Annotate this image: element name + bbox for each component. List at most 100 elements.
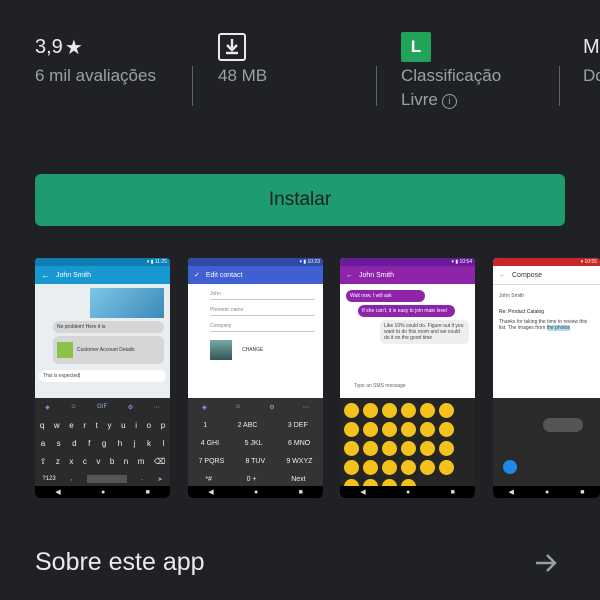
keyboard-row: q we r t yu i o p (35, 416, 170, 434)
email-body: Thanks for taking the time to review thi… (499, 319, 588, 331)
keypad-key[interactable]: *# (205, 476, 212, 483)
keypad-key[interactable]: 1 (203, 422, 207, 429)
shared-image (90, 288, 164, 318)
keypad-key[interactable]: 8 TUV (245, 458, 265, 465)
rating-stat[interactable]: 3,9 ★ 6 mil avaliações (35, 30, 156, 88)
emoji-key[interactable] (439, 441, 454, 456)
emoji-key[interactable] (382, 422, 397, 437)
change-photo-button[interactable]: CHANGE (242, 347, 263, 353)
subject-field[interactable]: Re: Product Catalog (499, 309, 594, 315)
emoji-key[interactable] (363, 403, 378, 418)
emoji-key[interactable] (401, 441, 416, 456)
more-stat: M Do (583, 30, 600, 88)
keyboard-key[interactable]: i (135, 421, 137, 430)
screen-title: Edit contact (205, 271, 243, 279)
emoji-keyboard[interactable] (340, 398, 475, 494)
emoji-key[interactable] (439, 422, 454, 437)
emoji-grid (340, 398, 475, 498)
emoji-key[interactable] (420, 460, 435, 475)
emoji-key[interactable] (344, 403, 359, 418)
nav-bar: ◀ ● ■ (340, 486, 475, 498)
keypad-key[interactable]: Next (291, 476, 305, 483)
emoji-key[interactable] (363, 422, 378, 437)
company-field[interactable]: Company (210, 323, 315, 332)
keypad-key[interactable]: 7 PQRS (199, 458, 225, 465)
keypad-key[interactable]: 0 + (247, 476, 257, 483)
number-pad[interactable]: ◈ ☺ ⚙ ⋯ 12 ABC 3 DEF 4 GHI 5 JKL 6 MNO 7 PQRS 8… (188, 398, 323, 486)
keyboard-key[interactable]: t (96, 421, 98, 430)
age-rating-badge: L (401, 32, 431, 62)
install-button[interactable]: Instalar (35, 174, 565, 226)
keyboard-key[interactable]: p (161, 421, 165, 430)
keyboard-key[interactable]: e (69, 421, 73, 430)
info-icon[interactable]: i (441, 94, 457, 109)
screenshot-4[interactable]: ▾ 10:55 ← Compose John Smith Re: Product… (493, 258, 600, 498)
phonetic-field[interactable]: Phonetic name (210, 307, 315, 316)
about-app-heading[interactable]: Sobre este app (35, 548, 205, 577)
message-bubble: Like 10% could do. Figure out if you wan… (380, 320, 469, 344)
age-rating-value: Livre (401, 90, 438, 109)
emoji-key[interactable] (420, 422, 435, 437)
keypad-key[interactable]: 6 MNO (288, 440, 310, 447)
message-input[interactable]: Type an SMS message (344, 380, 471, 392)
keyboard-key[interactable]: o (147, 421, 151, 430)
screenshot-1[interactable]: ▾ ▮ 11:25 ← John Smith No problem! Here … (35, 258, 170, 498)
message-input[interactable]: This is expected| (39, 370, 166, 382)
screenshot-carousel[interactable]: ▾ ▮ 11:25 ← John Smith No problem! Here … (0, 258, 600, 498)
star-icon: ★ (64, 36, 83, 59)
emoji-key[interactable] (344, 422, 359, 437)
keyboard-key[interactable]: r (83, 421, 86, 430)
keyboard[interactable]: ◈ ☺ GIF ⚙ ⋯ qwertyuiop asdfghjkl ⇧ z x c v b n m ⌫ ?… (35, 398, 170, 486)
age-rating-label: Classificação (401, 66, 502, 85)
file-icon (57, 342, 73, 358)
chat-header: ← John Smith (35, 266, 170, 284)
emoji-key[interactable] (420, 403, 435, 418)
screenshot-3[interactable]: ▾ ▮ 10:54 ← John Smith Wait now, I will … (340, 258, 475, 498)
more-stat-value: M (583, 35, 600, 58)
from-field[interactable]: John Smith (499, 293, 594, 299)
keypad-row: 1 2 ABC 3 DEF (188, 416, 323, 434)
divider (376, 66, 377, 106)
name-field[interactable]: John (210, 291, 315, 300)
arrow-right-icon[interactable] (533, 550, 559, 576)
emoji-key[interactable] (401, 403, 416, 418)
screenshot-2[interactable]: ▾ ▮ 10:23 ✓ Edit contact John Phonetic n… (188, 258, 323, 498)
keypad-key[interactable]: 5 JKL (245, 440, 263, 447)
emoji-key[interactable] (401, 422, 416, 437)
emoji-key[interactable] (439, 460, 454, 475)
nav-bar: ◀ ● ■ (35, 486, 170, 498)
divider (559, 66, 560, 106)
rating-value: 3,9 (35, 35, 63, 58)
emoji-key[interactable] (401, 460, 416, 475)
select-toggle-icon[interactable] (503, 460, 517, 474)
cursor-control-pad[interactable] (493, 398, 600, 486)
emoji-key[interactable] (363, 441, 378, 456)
keypad-key[interactable]: 3 DEF (288, 422, 308, 429)
keypad-key[interactable]: 9 WXYZ (286, 458, 312, 465)
emoji-key[interactable] (420, 441, 435, 456)
keyboard-key[interactable]: w (54, 421, 60, 430)
nav-bar: ◀ ● ■ (188, 486, 323, 498)
file-name: Customer Account Details (77, 347, 135, 353)
screen-title: Compose (512, 271, 542, 279)
emoji-key[interactable] (382, 403, 397, 418)
file-attachment: Customer Account Details (53, 336, 164, 364)
size-stat: 48 MB (218, 30, 267, 88)
contact-photo (210, 340, 232, 360)
keypad-key[interactable]: 4 GHI (201, 440, 219, 447)
keypad-key[interactable]: 2 ABC (238, 422, 258, 429)
message-bubble: Wait now, I will ask (346, 290, 425, 302)
message-bubble: If she can't, it is easy to join main le… (358, 305, 455, 317)
age-rating-stat[interactable]: L Classificação Livre i (401, 30, 501, 112)
emoji-key[interactable] (344, 441, 359, 456)
emoji-key[interactable] (382, 441, 397, 456)
keyboard-key[interactable]: q (40, 421, 44, 430)
divider (192, 66, 193, 106)
emoji-key[interactable] (344, 460, 359, 475)
emoji-key[interactable] (363, 460, 378, 475)
emoji-key[interactable] (439, 403, 454, 418)
keyboard-key[interactable]: y (108, 421, 112, 430)
more-stat-label: Do (583, 66, 600, 85)
emoji-key[interactable] (382, 460, 397, 475)
keyboard-key[interactable]: u (121, 421, 125, 430)
